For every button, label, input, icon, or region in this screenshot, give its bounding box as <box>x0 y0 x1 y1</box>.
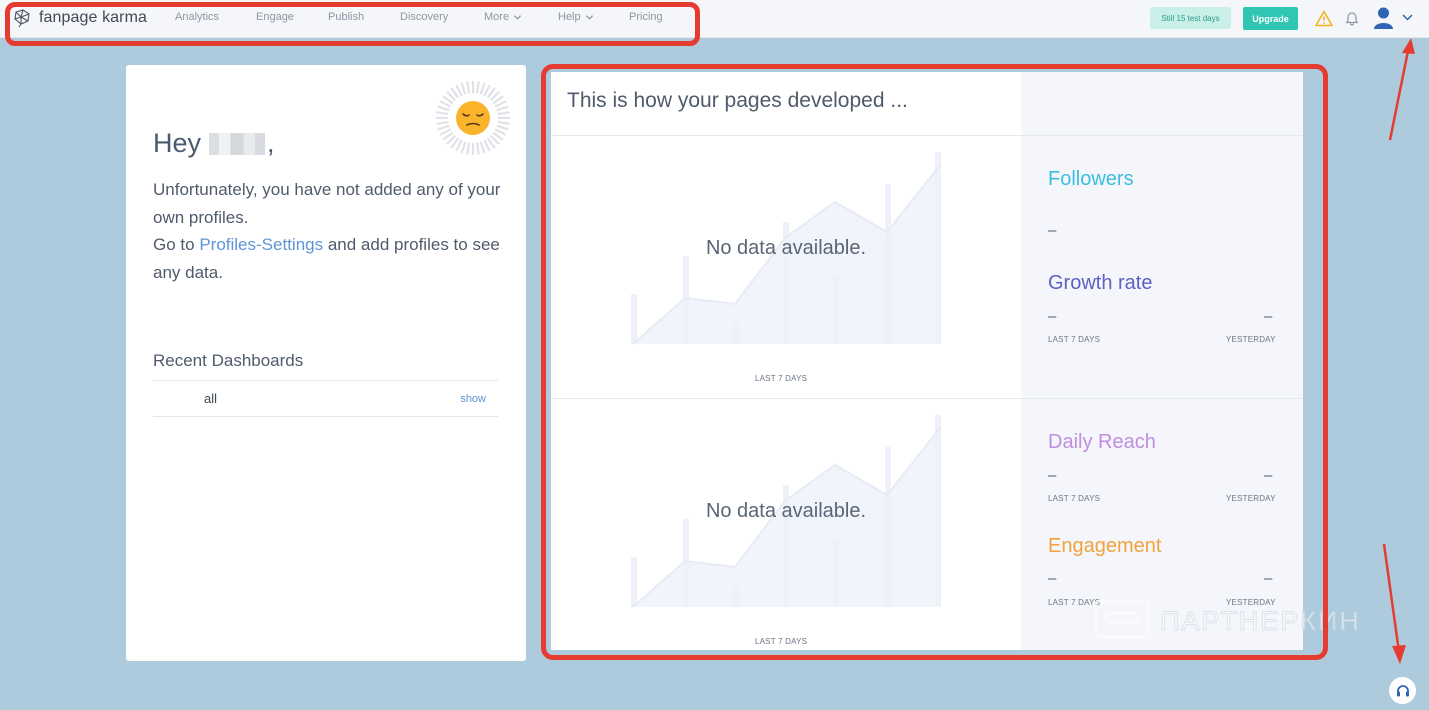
brand-logo[interactable]: fanpage karma <box>12 8 147 28</box>
help-chat-button[interactable] <box>1389 677 1416 704</box>
sun-ray <box>436 111 449 116</box>
chevron-down-icon <box>513 14 522 20</box>
nav-label: Publish <box>328 11 365 23</box>
sun-ray <box>497 120 510 125</box>
warning-icon[interactable] <box>1315 10 1333 27</box>
trial-badge: Still 15 test days <box>1150 7 1231 29</box>
dashboard-name[interactable]: all <box>204 391 217 406</box>
sun-ray <box>494 128 507 136</box>
brain-network-icon <box>14 9 30 28</box>
nav-label: Pricing <box>629 11 663 23</box>
recent-dashboards-title: Recent Dashboards <box>153 351 304 370</box>
daily-reach-yesterday-value: – <box>1264 467 1273 484</box>
chevron-down-icon <box>585 14 593 20</box>
sad-sun-emoji-icon <box>436 81 510 155</box>
sun-ray <box>439 128 452 136</box>
bell-icon[interactable] <box>1345 10 1359 26</box>
sun-ray <box>455 84 463 97</box>
growth-rate-yesterday-value: – <box>1264 308 1273 325</box>
growth-rate-yesterday-caption: YESTERDAY <box>1226 335 1276 344</box>
sun-ray <box>466 81 471 94</box>
sun-ray <box>439 100 452 108</box>
nav-engage[interactable]: Engage <box>256 11 294 23</box>
profiles-settings-link[interactable]: Profiles-Settings <box>199 235 323 254</box>
sun-ray <box>496 124 509 131</box>
chart-caption: LAST 7 DAYS <box>755 374 808 383</box>
sun-ray <box>497 111 510 116</box>
nav-label: Discovery <box>400 11 449 23</box>
brand-name: fanpage karma <box>39 9 148 26</box>
headset-icon <box>1396 684 1409 696</box>
sun-ray <box>436 120 449 125</box>
user-avatar-icon[interactable] <box>1373 6 1394 30</box>
divider <box>551 398 1303 399</box>
nav-help[interactable]: Help <box>558 11 594 23</box>
sun-ray <box>466 142 471 155</box>
followers-title: Followers <box>1048 168 1134 190</box>
nav-pricing[interactable]: Pricing <box>629 11 663 23</box>
welcome-card: Hey , Unfortunately, you have not added … <box>126 65 526 661</box>
engagement-yesterday-caption: YESTERDAY <box>1226 598 1276 607</box>
metrics-sidebar <box>1021 72 1303 650</box>
no-data-message: No data available. <box>705 500 867 522</box>
nav-discovery[interactable]: Discovery <box>400 11 448 23</box>
engagement-yesterday-value: – <box>1264 570 1273 587</box>
red-arrow-icon <box>1388 38 1415 141</box>
top-navigation-bar: fanpage karma Analytics Engage Publish D… <box>0 0 1429 38</box>
greeting-prefix: Hey <box>153 128 202 158</box>
chevron-down-icon[interactable] <box>1402 13 1413 22</box>
sun-ray <box>483 139 491 152</box>
nav-label: Help <box>558 11 581 23</box>
nav-publish[interactable]: Publish <box>328 11 364 23</box>
sun-ray <box>437 124 450 131</box>
sun-ray <box>475 142 480 155</box>
blurred-user-name <box>209 132 266 155</box>
sun-ray <box>455 139 463 152</box>
sun-ray <box>460 141 467 154</box>
sun-ray <box>460 82 467 95</box>
greeting-suffix: , <box>267 128 275 158</box>
engagement-week-caption: LAST 7 DAYS <box>1048 598 1101 607</box>
sun-ray <box>483 84 491 97</box>
growth-rate-title: Growth rate <box>1048 272 1153 294</box>
daily-reach-yesterday-caption: YESTERDAY <box>1226 494 1276 503</box>
dashboard-list-item[interactable]: all show <box>153 380 498 417</box>
red-arrow-icon <box>1382 543 1406 664</box>
sun-ray <box>437 105 450 112</box>
message-go-to: Go to <box>153 235 195 254</box>
development-title: This is how your pages developed ... <box>567 89 908 112</box>
followers-value: – <box>1048 222 1057 239</box>
daily-reach-week-caption: LAST 7 DAYS <box>1048 494 1101 503</box>
nav-more[interactable]: More <box>484 11 522 23</box>
daily-reach-week-value: – <box>1048 467 1057 484</box>
engagement-title: Engagement <box>1048 535 1162 557</box>
sun-ray <box>494 100 507 108</box>
no-data-message: No data available. <box>705 237 867 259</box>
nav-label: Analytics <box>175 11 220 23</box>
development-card: This is how your pages developed ... No … <box>551 72 1303 650</box>
message-line: Unfortunately, you have not added any of… <box>153 180 501 227</box>
daily-reach-title: Daily Reach <box>1048 431 1156 453</box>
engagement-week-value: – <box>1048 570 1057 587</box>
sun-ray <box>479 141 486 154</box>
nav-analytics[interactable]: Analytics <box>175 11 219 23</box>
no-profiles-message: Unfortunately, you have not added any of… <box>153 176 503 286</box>
sun-ray <box>475 81 480 94</box>
upgrade-button[interactable]: Upgrade <box>1243 7 1298 30</box>
greeting-heading: Hey , <box>153 128 275 159</box>
show-dashboard-link[interactable]: show <box>460 393 486 405</box>
chart-caption: LAST 7 DAYS <box>755 637 808 646</box>
nav-label: Engage <box>256 11 294 23</box>
growth-rate-week-caption: LAST 7 DAYS <box>1048 335 1101 344</box>
growth-rate-week-value: – <box>1048 308 1057 325</box>
nav-label: More <box>484 11 510 23</box>
sun-ray <box>496 105 509 112</box>
divider <box>551 135 1303 136</box>
sun-ray <box>479 82 486 95</box>
